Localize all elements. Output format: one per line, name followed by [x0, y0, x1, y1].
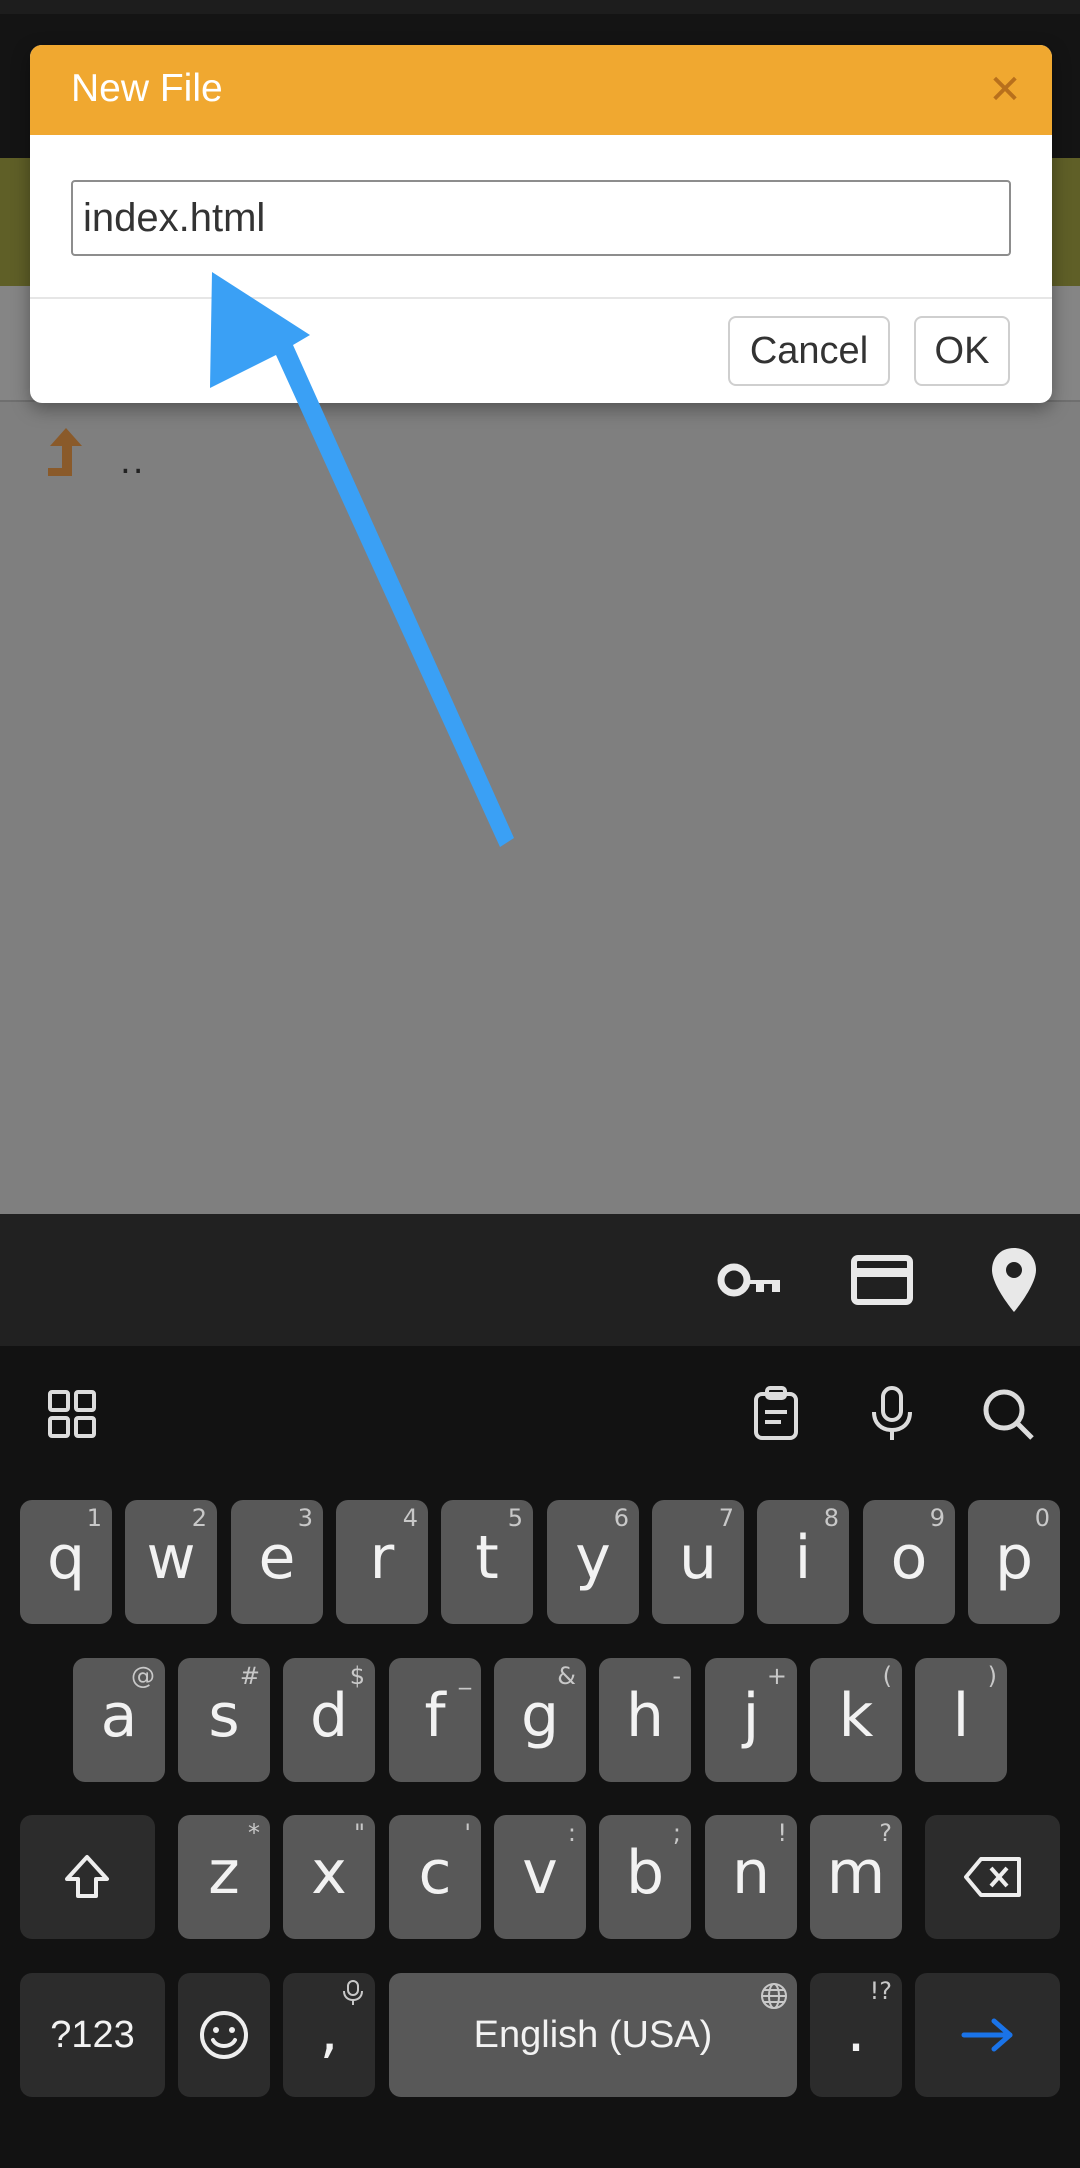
period-key[interactable]: !? .	[810, 1973, 902, 2097]
key-z[interactable]: * z	[178, 1815, 270, 1939]
key-n[interactable]: ! n	[705, 1815, 797, 1939]
clipboard-icon[interactable]	[746, 1384, 806, 1444]
grid-apps-icon[interactable]	[42, 1384, 102, 1444]
key-s[interactable]: # s	[178, 1658, 270, 1782]
key-k[interactable]: (k	[810, 1658, 902, 1782]
enter-go-key[interactable]	[915, 1973, 1060, 2097]
key-e[interactable]: 3e	[231, 1500, 323, 1624]
filename-input[interactable]: index.html	[71, 180, 1011, 256]
status-bar	[0, 0, 1080, 14]
symbols-key[interactable]: ?123	[20, 1973, 165, 2097]
shift-key[interactable]	[20, 1815, 155, 1939]
parent-directory-label: ..	[120, 442, 146, 482]
app-background: .. New File ✕ index.html Cancel OK	[0, 0, 1080, 1214]
on-screen-keyboard: 1q 2w 3e 4r 5t 6y 7u 8i 9o 0p @ a # s $ d _…	[0, 1346, 1080, 2168]
microphone-icon[interactable]	[862, 1384, 922, 1444]
backspace-icon	[964, 1857, 1021, 1897]
key-r[interactable]: 4r	[336, 1500, 428, 1624]
keyboard-toolbar	[0, 1346, 1080, 1476]
dialog-header: New File ✕	[30, 45, 1052, 135]
key-f[interactable]: _ f	[389, 1658, 481, 1782]
ok-button[interactable]: OK	[914, 316, 1010, 386]
key-icon[interactable]	[714, 1244, 786, 1316]
key-g[interactable]: & g	[494, 1658, 586, 1782]
key-t[interactable]: 5t	[441, 1500, 533, 1624]
key-u[interactable]: 7u	[652, 1500, 744, 1624]
key-c[interactable]: ' c	[389, 1815, 481, 1939]
folder-up-icon	[48, 428, 82, 476]
key-v[interactable]: :v	[494, 1815, 586, 1939]
emoji-icon	[200, 2011, 248, 2059]
key-j[interactable]: + j	[705, 1658, 797, 1782]
key-i[interactable]: 8i	[757, 1500, 849, 1624]
comma-key[interactable]: ,	[283, 1973, 375, 2097]
location-pin-icon[interactable]	[978, 1244, 1050, 1316]
key-p[interactable]: 0p	[968, 1500, 1060, 1624]
key-d[interactable]: $ d	[283, 1658, 375, 1782]
space-key[interactable]: English (USA)	[389, 1973, 797, 2097]
key-w[interactable]: 2w	[125, 1500, 217, 1624]
autofill-bar	[0, 1214, 1080, 1346]
shift-icon	[65, 1855, 109, 1898]
key-l[interactable]: ) l	[915, 1658, 1007, 1782]
dialog-title: New File	[71, 67, 223, 110]
emoji-key[interactable]	[178, 1973, 270, 2097]
list-item-parent-directory[interactable]: ..	[0, 420, 1080, 512]
new-file-dialog: New File ✕ index.html Cancel OK	[30, 45, 1052, 403]
key-h[interactable]: -h	[599, 1658, 691, 1782]
credit-card-icon[interactable]	[846, 1244, 918, 1316]
dialog-divider	[30, 297, 1052, 299]
search-icon[interactable]	[978, 1384, 1038, 1444]
close-icon[interactable]: ✕	[980, 65, 1030, 115]
key-o[interactable]: 9o	[863, 1500, 955, 1624]
cancel-button[interactable]: Cancel	[728, 316, 890, 386]
key-m[interactable]: ? m	[810, 1815, 902, 1939]
key-q[interactable]: 1q	[20, 1500, 112, 1624]
key-x[interactable]: " x	[283, 1815, 375, 1939]
key-y[interactable]: 6y	[547, 1500, 639, 1624]
key-a[interactable]: @ a	[73, 1658, 165, 1782]
backspace-key[interactable]	[925, 1815, 1060, 1939]
key-b[interactable]: ; b	[599, 1815, 691, 1939]
arrow-right-icon	[961, 2018, 1013, 2052]
